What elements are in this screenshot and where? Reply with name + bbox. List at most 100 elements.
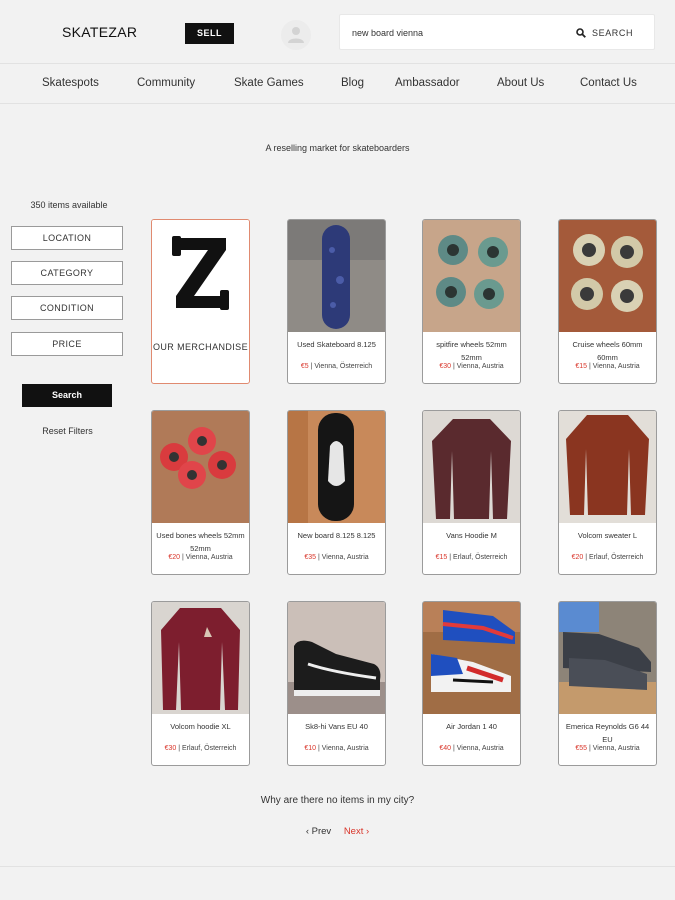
product-card[interactable]: Emerica Reynolds G6 44 EU €55 | Vienna, …: [558, 601, 657, 766]
product-meta: €10 | Vienna, Austria: [304, 745, 369, 752]
product-card[interactable]: Vans Hoodie M €15 | Erlauf, Österreich: [422, 410, 521, 575]
product-card[interactable]: spitfire wheels 52mm 52mm €30 | Vienna, …: [422, 219, 521, 384]
product-title: Emerica Reynolds G6 44 EU: [565, 722, 650, 744]
product-card[interactable]: Volcom hoodie XL €30 | Erlauf, Österreic…: [151, 601, 250, 766]
product-meta: €15 | Vienna, Austria: [575, 363, 640, 370]
product-title: Volcom hoodie XL: [170, 722, 231, 731]
product-meta: €15 | Erlauf, Österreich: [435, 554, 508, 561]
search-icon: [576, 28, 586, 38]
tagline: A reselling market for skateboarders: [265, 143, 410, 153]
product-card[interactable]: New board 8.125 8.125 €35 | Vienna, Aust…: [287, 410, 386, 575]
merch-card[interactable]: OUR MERCHANDISE: [151, 219, 250, 384]
product-location: Vienna, Austria: [592, 745, 640, 752]
product-title: Volcom sweater L: [577, 531, 638, 540]
merch-logo-image: [152, 220, 249, 332]
product-price: €30: [164, 745, 177, 752]
product-meta: €5 | Vienna, Österreich: [300, 363, 373, 370]
product-card[interactable]: Sk8-hi Vans EU 40 €10 | Vienna, Austria: [287, 601, 386, 766]
user-icon: [288, 27, 304, 43]
product-card[interactable]: Cruise wheels 60mm 60mm €15 | Vienna, Au…: [558, 219, 657, 384]
product-title: Used Skateboard 8.125: [297, 340, 376, 349]
sell-button[interactable]: SELL: [185, 23, 234, 44]
search-box: SEARCH: [339, 14, 655, 50]
search-button-label: SEARCH: [592, 28, 634, 38]
product-image-cream-wheels: [559, 220, 656, 332]
nav-skate-games[interactable]: Skate Games: [234, 77, 304, 89]
product-title: Air Jordan 1 40: [446, 722, 497, 731]
product-image-rust-sweater: [559, 411, 656, 523]
product-card[interactable]: Used Skateboard 8.125 €5 | Vienna, Öster…: [287, 219, 386, 384]
main-nav: Skatespots Community Skate Games Blog Am…: [0, 64, 675, 104]
product-title: spitfire wheels 52mm 52mm: [436, 340, 507, 362]
nav-blog[interactable]: Blog: [341, 77, 364, 89]
filter-location[interactable]: LOCATION: [11, 226, 123, 250]
search-input[interactable]: [352, 25, 552, 41]
product-location: Erlauf, Österreich: [452, 554, 508, 561]
product-image-vans-shoe: [288, 602, 385, 714]
product-card[interactable]: Air Jordan 1 40 €40 | Vienna, Austria: [422, 601, 521, 766]
no-items-help-link[interactable]: Why are there no items in my city?: [0, 795, 675, 806]
product-price: €15: [575, 363, 587, 370]
product-location: Vienna, Austria: [185, 554, 233, 561]
product-meta: €30 | Vienna, Austria: [439, 363, 504, 370]
merch-title: OUR MERCHANDISE: [152, 342, 248, 352]
filter-category[interactable]: CATEGORY: [11, 261, 123, 285]
product-price: €20: [571, 554, 584, 561]
pagination: ‹ Prev Next ›: [0, 826, 675, 837]
product-price: €20: [168, 554, 180, 561]
product-price: €5: [300, 363, 309, 370]
product-meta: €35 | Vienna, Austria: [304, 554, 369, 561]
product-image-skateboard-deck: [288, 220, 385, 332]
product-meta: €40 | Vienna, Austria: [439, 745, 504, 752]
product-image-green-wheels: [423, 220, 520, 332]
nav-skatespots[interactable]: Skatespots: [42, 77, 99, 89]
nav-community[interactable]: Community: [137, 77, 195, 89]
nav-contact-us[interactable]: Contact Us: [580, 77, 637, 89]
product-location: Vienna, Austria: [321, 554, 369, 561]
product-price: €35: [304, 554, 316, 561]
product-image-red-wheels: [152, 411, 249, 523]
product-title: Vans Hoodie M: [446, 531, 497, 540]
product-location: Vienna, Austria: [592, 363, 640, 370]
product-image-jordan-shoe: [423, 602, 520, 714]
product-price: €55: [575, 745, 587, 752]
product-title: New board 8.125 8.125: [297, 531, 376, 540]
product-card[interactable]: Volcom sweater L €20 | Erlauf, Österreic…: [558, 410, 657, 575]
filter-condition[interactable]: CONDITION: [11, 296, 123, 320]
reset-filters-link[interactable]: Reset Filters: [10, 426, 125, 436]
prev-page-link[interactable]: ‹ Prev: [306, 826, 331, 837]
product-price: €10: [304, 745, 316, 752]
product-title: Cruise wheels 60mm 60mm: [572, 340, 643, 362]
user-avatar[interactable]: [281, 20, 311, 50]
product-location: Vienna, Austria: [456, 363, 504, 370]
product-title: Used bones wheels 52mm 52mm: [156, 531, 245, 553]
footer-divider: [0, 866, 675, 867]
product-location: Vienna, Austria: [321, 745, 369, 752]
product-image-maroon-hoodie: [423, 411, 520, 523]
nav-ambassador[interactable]: Ambassador: [395, 77, 460, 89]
site-logo[interactable]: SKATEZAR: [62, 24, 137, 40]
product-location: Erlauf, Österreich: [588, 554, 644, 561]
product-card[interactable]: Used bones wheels 52mm 52mm €20 | Vienna…: [151, 410, 250, 575]
filter-search-button[interactable]: Search: [22, 384, 112, 407]
product-image-black-deck: [288, 411, 385, 523]
product-meta: €30 | Erlauf, Österreich: [164, 745, 237, 752]
product-price: €30: [439, 363, 451, 370]
items-count: 350 items available: [30, 200, 108, 210]
product-location: Vienna, Österreich: [314, 363, 373, 370]
product-title: Sk8-hi Vans EU 40: [305, 722, 368, 731]
next-page-link[interactable]: Next ›: [344, 826, 369, 837]
product-meta: €20 | Erlauf, Österreich: [571, 554, 644, 561]
product-price: €40: [439, 745, 451, 752]
site-header: SKATEZAR SELL SEARCH: [0, 0, 675, 64]
filter-price[interactable]: PRICE: [11, 332, 123, 356]
product-location: Vienna, Austria: [456, 745, 504, 752]
product-image-emerica-shoe: [559, 602, 656, 714]
nav-about-us[interactable]: About Us: [497, 77, 544, 89]
product-location: Erlauf, Österreich: [181, 745, 237, 752]
product-meta: €55 | Vienna, Austria: [575, 745, 640, 752]
search-button[interactable]: SEARCH: [576, 25, 633, 41]
product-image-red-hoodie: [152, 602, 249, 714]
product-price: €15: [435, 554, 448, 561]
product-meta: €20 | Vienna, Austria: [168, 554, 233, 561]
